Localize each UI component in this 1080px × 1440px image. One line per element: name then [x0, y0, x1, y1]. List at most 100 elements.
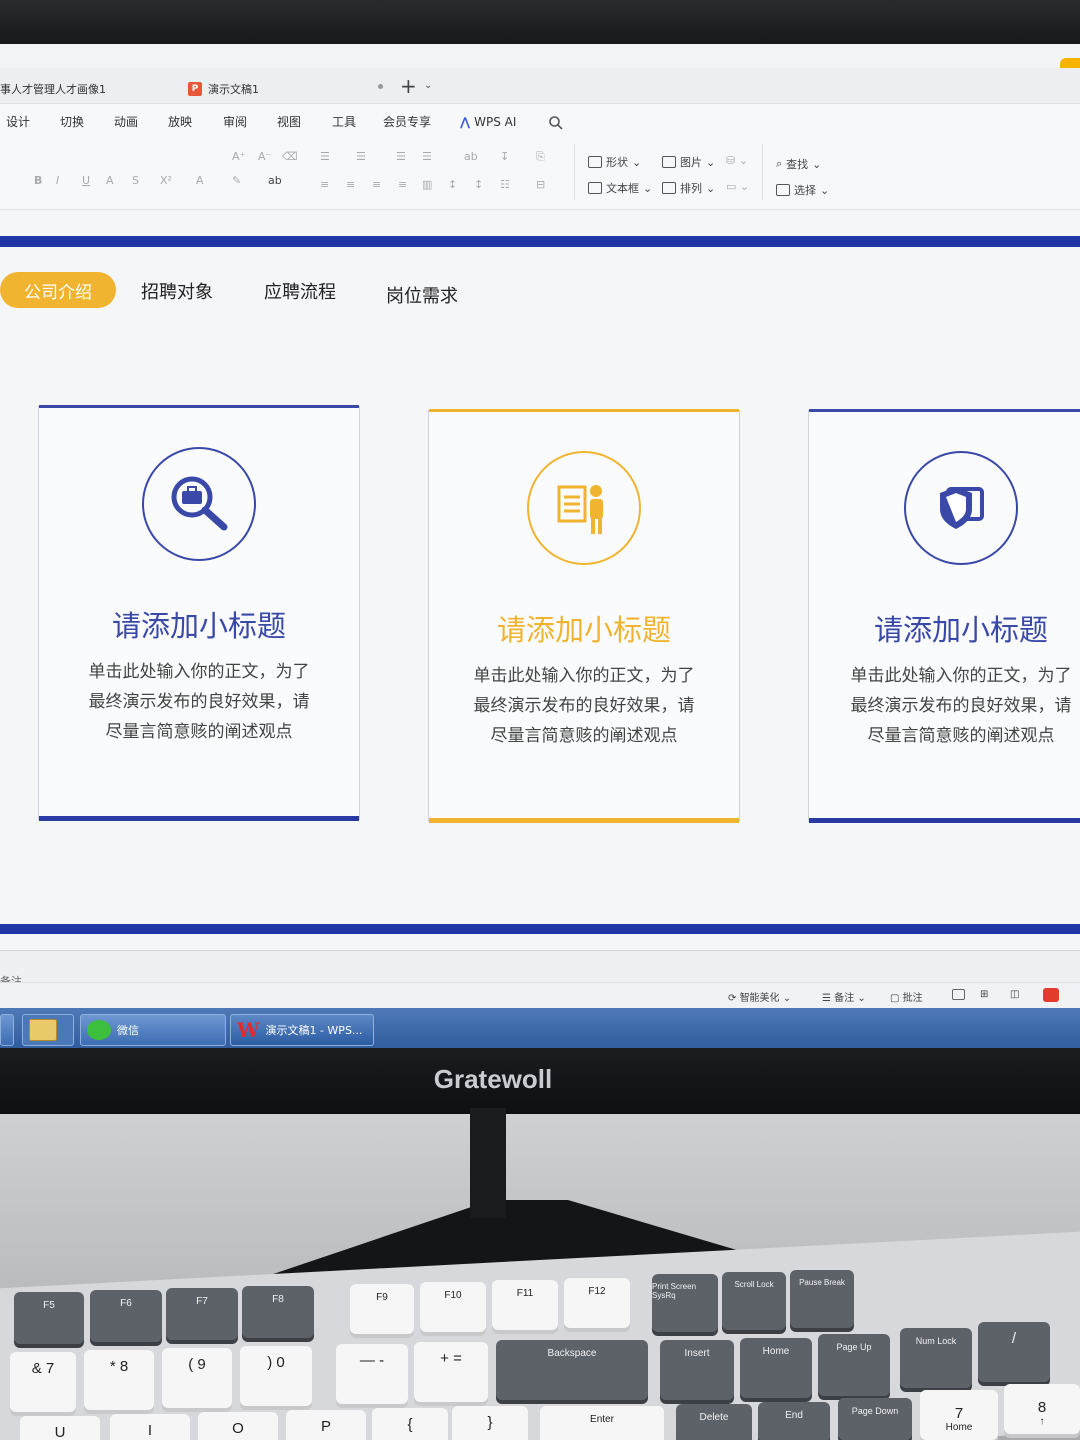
taskbar-wps[interactable]: W 演示文稿1 - WPS... — [230, 1014, 374, 1046]
card-title: 请添加小标题 — [496, 613, 671, 647]
clear-format-icon[interactable]: ⌫ — [282, 150, 298, 163]
bold-icon[interactable]: B — [34, 174, 42, 187]
columns-icon[interactable]: ☷ — [500, 178, 510, 191]
menu-animation[interactable]: 动画 — [114, 113, 138, 130]
card-icon-circle — [142, 447, 256, 561]
menu-slideshow[interactable]: 放映 — [168, 113, 192, 130]
find-button[interactable]: ⌕ 查找 ⌄ — [776, 156, 821, 172]
select-icon — [776, 184, 790, 196]
key-num-7-sublabel: Home — [945, 1422, 973, 1433]
key-scroll-lock: Scroll Lock — [722, 1272, 786, 1330]
italic-icon[interactable]: I — [56, 174, 59, 187]
underline-icon[interactable]: U — [82, 174, 90, 187]
doc-tab-presentation[interactable]: P 演示文稿1 — [188, 78, 259, 100]
shape-button[interactable]: 形状 ⌄ — [588, 154, 641, 170]
reading-view-icon[interactable]: ◫ — [1010, 989, 1019, 1000]
smart-beautify-label: 智能美化 — [739, 993, 780, 1004]
key-print-screen: Print Screen SysRq — [652, 1274, 718, 1332]
monitor-bezel-top — [0, 0, 1080, 50]
textbox-icon — [588, 182, 602, 194]
key-backspace: Backspace — [496, 1340, 648, 1400]
picture-button[interactable]: 图片 ⌄ — [662, 154, 715, 170]
card-body-line: 最终演示发布的良好效果，请 — [850, 696, 1072, 716]
normal-view-icon[interactable] — [952, 989, 965, 1000]
indent-increase-icon[interactable]: ☰ — [422, 150, 432, 163]
line-spacing-icon[interactable]: ↕ — [448, 178, 457, 191]
menu-view[interactable]: 视图 — [277, 113, 301, 130]
nav-company-intro[interactable]: 公司介绍 — [0, 272, 116, 308]
indent-decrease-icon[interactable]: ☰ — [396, 150, 406, 163]
nav-job-requirements[interactable]: 岗位需求 — [386, 282, 458, 308]
card-3[interactable]: 请添加小标题 单击此处输入你的正文，为了 最终演示发布的良好效果，请 尽量言简意… — [808, 409, 1080, 823]
menu-tools[interactable]: 工具 — [332, 113, 356, 130]
increase-font-icon[interactable]: A⁺ — [232, 150, 245, 163]
key-insert: Insert — [660, 1340, 734, 1400]
arrange-label: 排列 — [680, 182, 702, 195]
taskbar-start-edge[interactable] — [0, 1014, 14, 1046]
numbered-list-icon[interactable]: ☰ — [356, 150, 366, 163]
nav-recruit-target[interactable]: 招聘对象 — [141, 278, 213, 304]
doc-tab-talent-portrait[interactable]: 事人才管理人才画像1 — [0, 78, 106, 100]
card-bottom-rule — [429, 818, 739, 823]
key-page-down: Page Down — [838, 1398, 912, 1440]
distribute-icon[interactable]: ▥ — [422, 178, 432, 191]
menu-design[interactable]: 设计 — [6, 113, 30, 130]
select-button[interactable]: 选择 ⌄ — [776, 182, 829, 198]
decrease-font-icon[interactable]: A⁻ — [258, 150, 271, 163]
char-spacing-icon[interactable]: ab — [464, 150, 478, 163]
textbox-button[interactable]: 文本框 ⌄ — [588, 180, 652, 196]
slide-canvas[interactable]: 公司介绍 招聘对象 应聘流程 岗位需求 请添加小标题 单击此处输入你的正文，为了… — [0, 210, 1080, 950]
wps-ai-button[interactable]: ⋀ WPS AI — [460, 115, 516, 129]
key-enter: Enter — [540, 1406, 664, 1440]
menu-transition[interactable]: 切换 — [60, 113, 84, 130]
outline-icon[interactable]: ▭ ⌄ — [726, 180, 749, 193]
comments-button[interactable]: ▢ 批注 — [890, 989, 923, 1004]
slide-top-rule — [0, 236, 1080, 247]
notes-toggle-button[interactable]: ☰ 备注 ⌄ — [822, 989, 866, 1004]
sort-icon[interactable]: ↧ — [500, 150, 509, 163]
align-right-icon[interactable]: ≡ — [372, 178, 381, 191]
shadow-text-icon[interactable]: S — [132, 174, 139, 187]
tab-list-chevron-icon[interactable]: ⌄ — [424, 80, 432, 91]
nav-application-process[interactable]: 应聘流程 — [264, 278, 336, 304]
key-minus: — - — [336, 1344, 408, 1404]
align-center-icon[interactable]: ≡ — [346, 178, 355, 191]
card-body-line: 尽量言简意赅的阐述观点 — [490, 726, 678, 746]
taskbar-wechat[interactable]: 微信 — [80, 1014, 226, 1046]
card-body: 单击此处输入你的正文，为了 最终演示发布的良好效果，请 尽量言简意赅的阐述观点 — [39, 657, 359, 747]
paragraph-spacing-icon[interactable]: ↕ — [474, 178, 483, 191]
up-arrow-icon: ↑ — [1039, 1416, 1045, 1427]
ribbon-separator — [574, 144, 575, 200]
fill-icon[interactable]: ⛁ ⌄ — [726, 154, 748, 167]
find-label: 查找 — [786, 158, 809, 171]
align-left-icon[interactable]: ≡ — [320, 178, 329, 191]
key-num-7: 7 Home — [920, 1390, 998, 1440]
play-slideshow-icon[interactable] — [1043, 988, 1059, 1002]
search-icon[interactable] — [548, 115, 564, 131]
menu-review[interactable]: 审阅 — [223, 113, 247, 130]
smart-beautify-button[interactable]: ⟳ 智能美化 ⌄ — [728, 989, 791, 1004]
bullet-list-icon[interactable]: ☰ — [320, 150, 330, 163]
convert-icon[interactable]: ⎘ — [536, 150, 545, 164]
taskbar-explorer[interactable] — [22, 1014, 74, 1046]
superscript-icon[interactable]: X² — [160, 174, 172, 187]
phonetic-icon[interactable]: ab — [268, 174, 282, 187]
document-tab-strip — [0, 68, 1080, 104]
font-color-icon[interactable]: A — [196, 174, 204, 187]
card-2[interactable]: 请添加小标题 单击此处输入你的正文，为了 最终演示发布的良好效果，请 尽量言简意… — [428, 409, 740, 823]
justify-icon[interactable]: ≡ — [398, 178, 407, 191]
key-f12: F12 — [564, 1278, 630, 1328]
highlight-icon[interactable]: ✎ — [232, 174, 241, 187]
textbox-label: 文本框 — [606, 182, 639, 195]
new-tab-plus-icon[interactable]: + — [400, 74, 417, 98]
find-icon: ⌕ — [776, 157, 783, 170]
card-top-rule — [809, 409, 1080, 412]
card-body-line: 单击此处输入你的正文，为了 — [88, 662, 310, 682]
text-direction-icon[interactable]: ⊟ — [536, 178, 545, 191]
strikethrough-icon[interactable]: A — [106, 174, 114, 187]
menu-member[interactable]: 会员专享 — [383, 113, 431, 130]
arrange-button[interactable]: 排列 ⌄ — [662, 180, 715, 196]
card-1[interactable]: 请添加小标题 单击此处输入你的正文，为了 最终演示发布的良好效果，请 尽量言简意… — [38, 405, 360, 821]
slide-sorter-icon[interactable]: ⊞ — [980, 989, 988, 1000]
select-label: 选择 — [794, 184, 816, 197]
